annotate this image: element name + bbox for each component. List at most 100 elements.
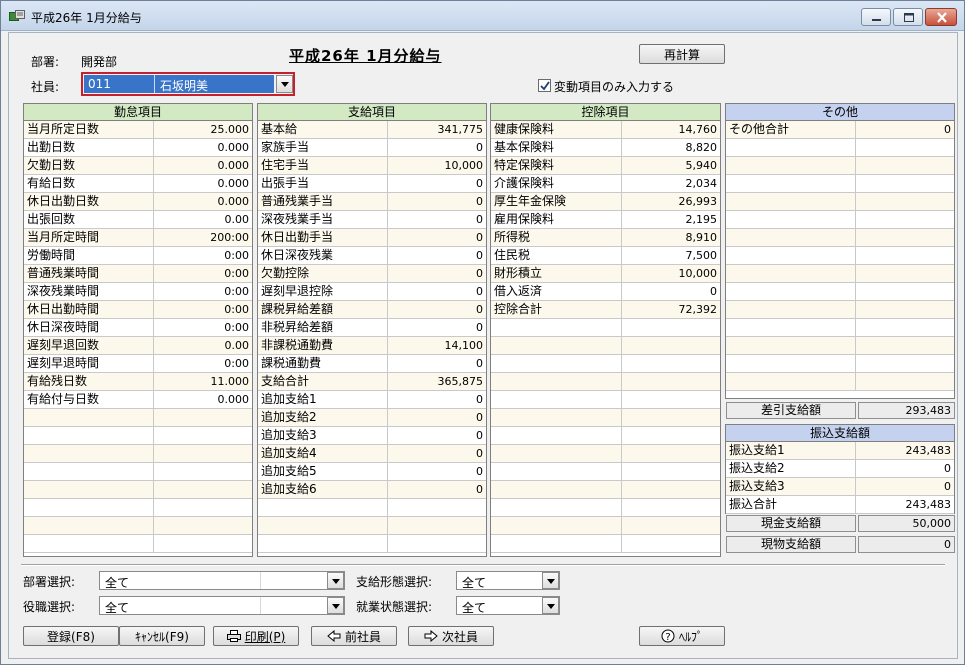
table-row[interactable]: 遅刻早退控除 0 — [258, 283, 486, 301]
item-value[interactable]: 0 — [388, 427, 486, 444]
item-value[interactable]: 14,760 — [622, 121, 720, 138]
item-value[interactable] — [856, 373, 954, 390]
item-value[interactable] — [622, 409, 720, 426]
table-row[interactable] — [491, 409, 720, 427]
item-value[interactable] — [154, 535, 252, 552]
item-value[interactable] — [622, 445, 720, 462]
table-row[interactable]: 有給残日数 11.000 — [24, 373, 252, 391]
close-button[interactable] — [925, 8, 957, 26]
item-value[interactable] — [856, 211, 954, 228]
table-row[interactable]: 出張手当 0 — [258, 175, 486, 193]
table-row[interactable]: 追加支給3 0 — [258, 427, 486, 445]
item-value[interactable]: 11.000 — [154, 373, 252, 390]
table-row[interactable] — [726, 193, 954, 211]
item-value[interactable]: 0 — [388, 301, 486, 318]
item-value[interactable] — [388, 535, 486, 552]
dept-filter-select[interactable]: 全て — [99, 571, 345, 590]
table-row[interactable]: 欠勤日数 0.000 — [24, 157, 252, 175]
table-row[interactable] — [24, 499, 252, 517]
table-row[interactable]: 当月所定時間 200:00 — [24, 229, 252, 247]
item-value[interactable] — [154, 517, 252, 534]
item-value[interactable]: 0.000 — [154, 175, 252, 192]
table-row[interactable] — [491, 427, 720, 445]
table-row[interactable]: 健康保険料 14,760 — [491, 121, 720, 139]
help-button[interactable]: ? ﾍﾙﾌﾟ — [639, 626, 725, 646]
table-row[interactable]: 振込支給3 0 — [726, 478, 954, 496]
item-value[interactable] — [856, 193, 954, 210]
item-value[interactable] — [154, 463, 252, 480]
item-value[interactable] — [622, 391, 720, 408]
table-row[interactable]: 特定保険料 5,940 — [491, 157, 720, 175]
table-row[interactable]: 厚生年金保険 26,993 — [491, 193, 720, 211]
table-row[interactable] — [24, 463, 252, 481]
table-row[interactable]: 出張回数 0.00 — [24, 211, 252, 229]
table-row[interactable] — [491, 463, 720, 481]
table-row[interactable]: 休日出勤手当 0 — [258, 229, 486, 247]
chevron-down-icon[interactable] — [276, 75, 293, 93]
item-value[interactable]: 0:00 — [154, 355, 252, 372]
item-value[interactable]: 243,483 — [856, 496, 954, 513]
item-value[interactable]: 5,940 — [622, 157, 720, 174]
table-row[interactable] — [726, 247, 954, 265]
print-button[interactable]: 印刷(P) — [213, 626, 299, 646]
item-value[interactable] — [154, 409, 252, 426]
item-value[interactable]: 0.000 — [154, 157, 252, 174]
table-row[interactable]: 基本給 341,775 — [258, 121, 486, 139]
chevron-down-icon[interactable] — [542, 597, 559, 614]
item-value[interactable]: 0 — [622, 283, 720, 300]
item-value[interactable] — [856, 175, 954, 192]
item-value[interactable]: 0 — [388, 175, 486, 192]
item-value[interactable] — [856, 229, 954, 246]
table-row[interactable]: 基本保険料 8,820 — [491, 139, 720, 157]
item-value[interactable]: 0.000 — [154, 193, 252, 210]
item-value[interactable]: 0 — [388, 481, 486, 498]
item-value[interactable]: 2,034 — [622, 175, 720, 192]
table-row[interactable]: 休日出勤日数 0.000 — [24, 193, 252, 211]
item-value[interactable]: 0 — [388, 229, 486, 246]
item-value[interactable] — [622, 535, 720, 552]
item-value[interactable]: 0 — [856, 121, 954, 138]
table-row[interactable] — [491, 319, 720, 337]
item-value[interactable] — [856, 265, 954, 282]
table-row[interactable] — [491, 499, 720, 517]
variable-only-checkbox[interactable] — [538, 79, 551, 92]
table-row[interactable]: 控除合計 72,392 — [491, 301, 720, 319]
item-value[interactable] — [856, 337, 954, 354]
table-row[interactable] — [726, 175, 954, 193]
table-row[interactable]: 課税通勤費 0 — [258, 355, 486, 373]
table-row[interactable] — [24, 481, 252, 499]
item-value[interactable] — [622, 481, 720, 498]
table-row[interactable]: 普通残業時間 0:00 — [24, 265, 252, 283]
table-row[interactable]: 休日深夜残業 0 — [258, 247, 486, 265]
item-value[interactable]: 7,500 — [622, 247, 720, 264]
item-value[interactable]: 0.000 — [154, 139, 252, 156]
position-filter-select[interactable]: 全て — [99, 596, 345, 615]
employee-select[interactable]: 011 石坂明美 — [81, 72, 295, 96]
item-value[interactable] — [622, 463, 720, 480]
item-value[interactable]: 0:00 — [154, 319, 252, 336]
table-row[interactable]: その他合計 0 — [726, 121, 954, 139]
item-value[interactable]: 0 — [388, 265, 486, 282]
table-row[interactable] — [24, 535, 252, 553]
item-value[interactable] — [154, 445, 252, 462]
table-row[interactable]: 出勤日数 0.000 — [24, 139, 252, 157]
table-row[interactable]: 欠勤控除 0 — [258, 265, 486, 283]
table-row[interactable]: 労働時間 0:00 — [24, 247, 252, 265]
table-row[interactable] — [491, 391, 720, 409]
table-row[interactable]: 普通残業手当 0 — [258, 193, 486, 211]
previous-employee-button[interactable]: 前社員 — [311, 626, 397, 646]
item-value[interactable]: 2,195 — [622, 211, 720, 228]
table-row[interactable]: 有給日数 0.000 — [24, 175, 252, 193]
chevron-down-icon[interactable] — [327, 597, 344, 614]
maximize-button[interactable] — [893, 8, 923, 26]
item-value[interactable] — [388, 499, 486, 516]
item-value[interactable] — [154, 499, 252, 516]
table-row[interactable] — [491, 355, 720, 373]
item-value[interactable]: 10,000 — [622, 265, 720, 282]
item-value[interactable]: 0 — [388, 139, 486, 156]
table-row[interactable]: 雇用保険料 2,195 — [491, 211, 720, 229]
table-row[interactable] — [726, 301, 954, 319]
table-row[interactable]: 遅刻早退時間 0:00 — [24, 355, 252, 373]
table-row[interactable] — [24, 517, 252, 535]
table-row[interactable]: 振込支給2 0 — [726, 460, 954, 478]
